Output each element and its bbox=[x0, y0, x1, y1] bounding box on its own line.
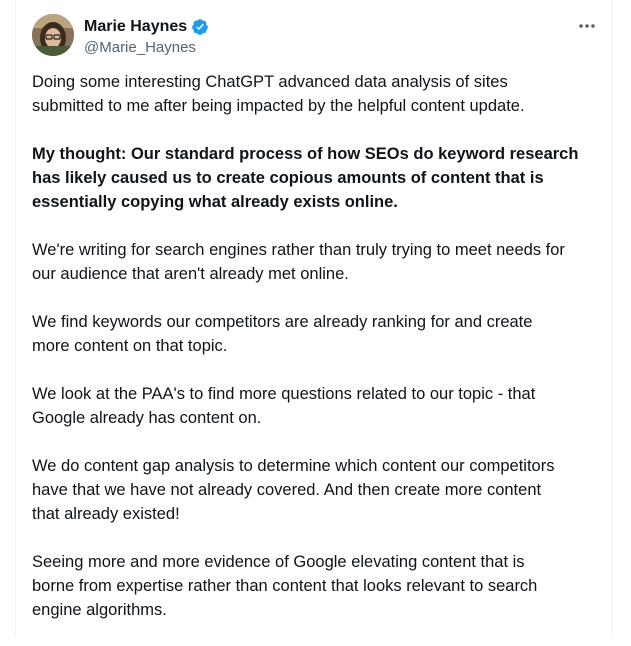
tweet-paragraph: We do content gap analysis to determine … bbox=[32, 457, 555, 523]
tweet-card: Marie Haynes @Marie_Haynes Doing some in… bbox=[15, 0, 613, 636]
tweet-paragraph: We find keywords our competitors are alr… bbox=[32, 313, 533, 355]
tweet-paragraph-bold: My thought: Our standard process of how … bbox=[32, 145, 579, 211]
tweet-header: Marie Haynes @Marie_Haynes bbox=[32, 14, 602, 58]
author-handle[interactable]: @Marie_Haynes bbox=[84, 38, 196, 58]
tweet-paragraph: Seeing more and more evidence of Google … bbox=[32, 553, 538, 619]
tweet-paragraph: We look at the PAA's to find more questi… bbox=[32, 385, 536, 427]
tweet-paragraph: Doing some interesting ChatGPT advanced … bbox=[32, 73, 525, 115]
tweet-paragraph: We're writing for search engines rather … bbox=[32, 241, 565, 283]
avatar[interactable] bbox=[32, 14, 74, 56]
more-options-icon[interactable] bbox=[576, 16, 598, 36]
profile-photo-icon bbox=[32, 14, 74, 56]
author-name-line: Marie Haynes bbox=[84, 17, 209, 37]
tweet-body: Doing some interesting ChatGPT advanced … bbox=[32, 70, 607, 646]
author-name[interactable]: Marie Haynes bbox=[84, 17, 187, 37]
verified-badge-icon bbox=[191, 18, 209, 36]
